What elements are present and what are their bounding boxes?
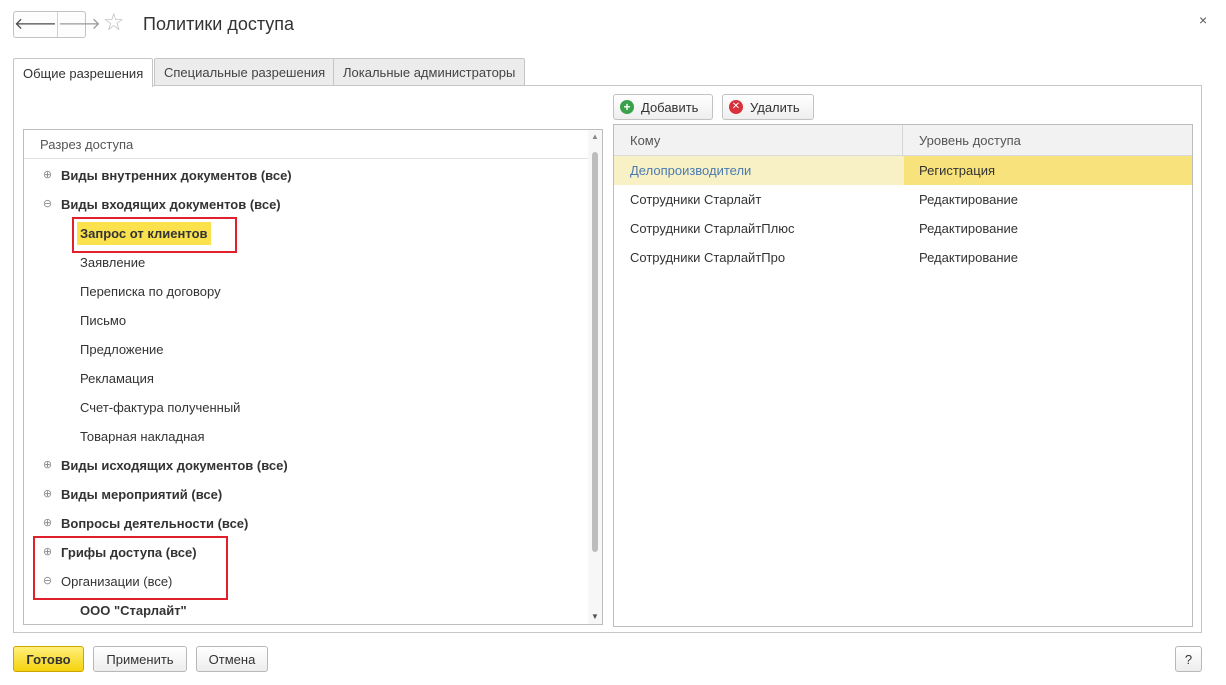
expand-icon[interactable]: ⊕ (42, 518, 53, 529)
table-row[interactable]: Сотрудники СтарлайтПлюс Редактирование (614, 214, 1192, 243)
history-nav: 🡐 🡒 (13, 11, 101, 38)
table-cell-level: Регистрация (904, 156, 1192, 185)
back-arrow-icon[interactable]: 🡐 (14, 12, 57, 37)
collapse-icon[interactable]: ⊖ (42, 199, 53, 210)
tree-row[interactable]: ⊕ Вопросы деятельности (все) (24, 509, 590, 538)
tree-row[interactable]: Товарная накладная (24, 422, 590, 451)
scroll-thumb[interactable] (592, 152, 598, 552)
tree-row[interactable]: ООО "Старлайт" (24, 596, 590, 624)
table-cell-level: Редактирование (919, 221, 1019, 236)
table-row[interactable]: Сотрудники Старлайт Редактирование (614, 185, 1192, 214)
done-button[interactable]: Готово (13, 646, 84, 672)
tree-row[interactable]: ⊖ Виды входящих документов (все) (24, 190, 590, 219)
table-cell-to: Сотрудники СтарлайтПлюс (630, 221, 795, 236)
tree-row-label: Вопросы деятельности (все) (61, 516, 249, 531)
add-button[interactable]: + Добавить (613, 94, 713, 120)
expand-icon[interactable]: ⊕ (42, 489, 53, 500)
tree-row[interactable]: Счет-фактура полученный (24, 393, 590, 422)
add-button-label: Добавить (641, 99, 699, 115)
help-button[interactable]: ? (1175, 646, 1202, 672)
table-header: Кому Уровень доступа (614, 125, 1192, 156)
tree-scrollbar[interactable]: ▲ ▼ (588, 130, 602, 624)
expand-icon[interactable]: ⊕ (42, 460, 53, 471)
table-cell-level: Редактирование (919, 192, 1019, 207)
table-row[interactable]: Сотрудники СтарлайтПро Редактирование (614, 243, 1192, 272)
tree-row[interactable]: Предложение (24, 335, 590, 364)
tree-row-label: Предложение (80, 342, 164, 357)
tree-row-label: ООО "Старлайт" (80, 603, 187, 618)
tree-row-label: Товарная накладная (80, 429, 205, 444)
scroll-up-icon[interactable]: ▲ (591, 133, 599, 141)
tab-special-permissions[interactable]: Специальные разрешения (154, 58, 336, 85)
delete-button[interactable]: ✕ Удалить (722, 94, 814, 120)
tree-row[interactable]: ⊕ Виды внутренних документов (все) (24, 161, 590, 190)
page-title: Политики доступа (143, 14, 295, 34)
tree-row[interactable]: ⊕ Виды мероприятий (все) (24, 480, 590, 509)
table-cell-to: Сотрудники СтарлайтПро (630, 250, 786, 265)
expand-icon[interactable]: ⊕ (42, 170, 53, 181)
scroll-down-icon[interactable]: ▼ (591, 613, 599, 621)
tree-row-label: Письмо (80, 313, 127, 328)
column-header-access-level[interactable]: Уровень доступа (904, 125, 1021, 156)
recipients-table: Кому Уровень доступа Делопроизводители Р… (613, 124, 1193, 627)
tree-row[interactable]: ⊕ Виды исходящих документов (все) (24, 451, 590, 480)
tree-row-label: Счет-фактура полученный (80, 400, 241, 415)
delete-icon: ✕ (729, 100, 743, 114)
close-icon[interactable]: × (1199, 13, 1207, 27)
tree-row[interactable]: Рекламация (24, 364, 590, 393)
tree-row-label: Переписка по договору (80, 284, 221, 299)
annotation-highlight-box (72, 217, 237, 253)
delete-button-label: Удалить (750, 99, 800, 115)
tree-row-label: Заявление (80, 255, 146, 270)
favorite-star-icon[interactable]: ☆ (103, 11, 125, 35)
tree-column-header: Разрез доступа (24, 130, 590, 159)
apply-button[interactable]: Применить (93, 646, 187, 672)
add-icon: + (620, 100, 634, 114)
column-header-to[interactable]: Кому (614, 125, 903, 156)
tree-row-label: Виды мероприятий (все) (61, 487, 223, 502)
table-row-selected[interactable]: Делопроизводители Регистрация (614, 156, 1192, 185)
table-cell-to: Сотрудники Старлайт (630, 192, 762, 207)
annotation-highlight-box (33, 536, 228, 600)
cancel-button[interactable]: Отмена (196, 646, 268, 672)
tree-row[interactable]: Переписка по договору (24, 277, 590, 306)
tree-row[interactable]: Письмо (24, 306, 590, 335)
tree-row-label: Виды внутренних документов (все) (61, 168, 292, 183)
tab-local-administrators[interactable]: Локальные администраторы (333, 58, 526, 85)
tree-row-label: Виды входящих документов (все) (61, 197, 281, 212)
table-cell-level: Редактирование (919, 250, 1019, 265)
tree-row-label: Виды исходящих документов (все) (61, 458, 288, 473)
tree-row-label: Рекламация (80, 371, 154, 386)
forward-arrow-icon[interactable]: 🡒 (56, 12, 101, 37)
table-cell-to: Делопроизводители (630, 163, 752, 178)
tab-general-permissions[interactable]: Общие разрешения (13, 58, 154, 87)
